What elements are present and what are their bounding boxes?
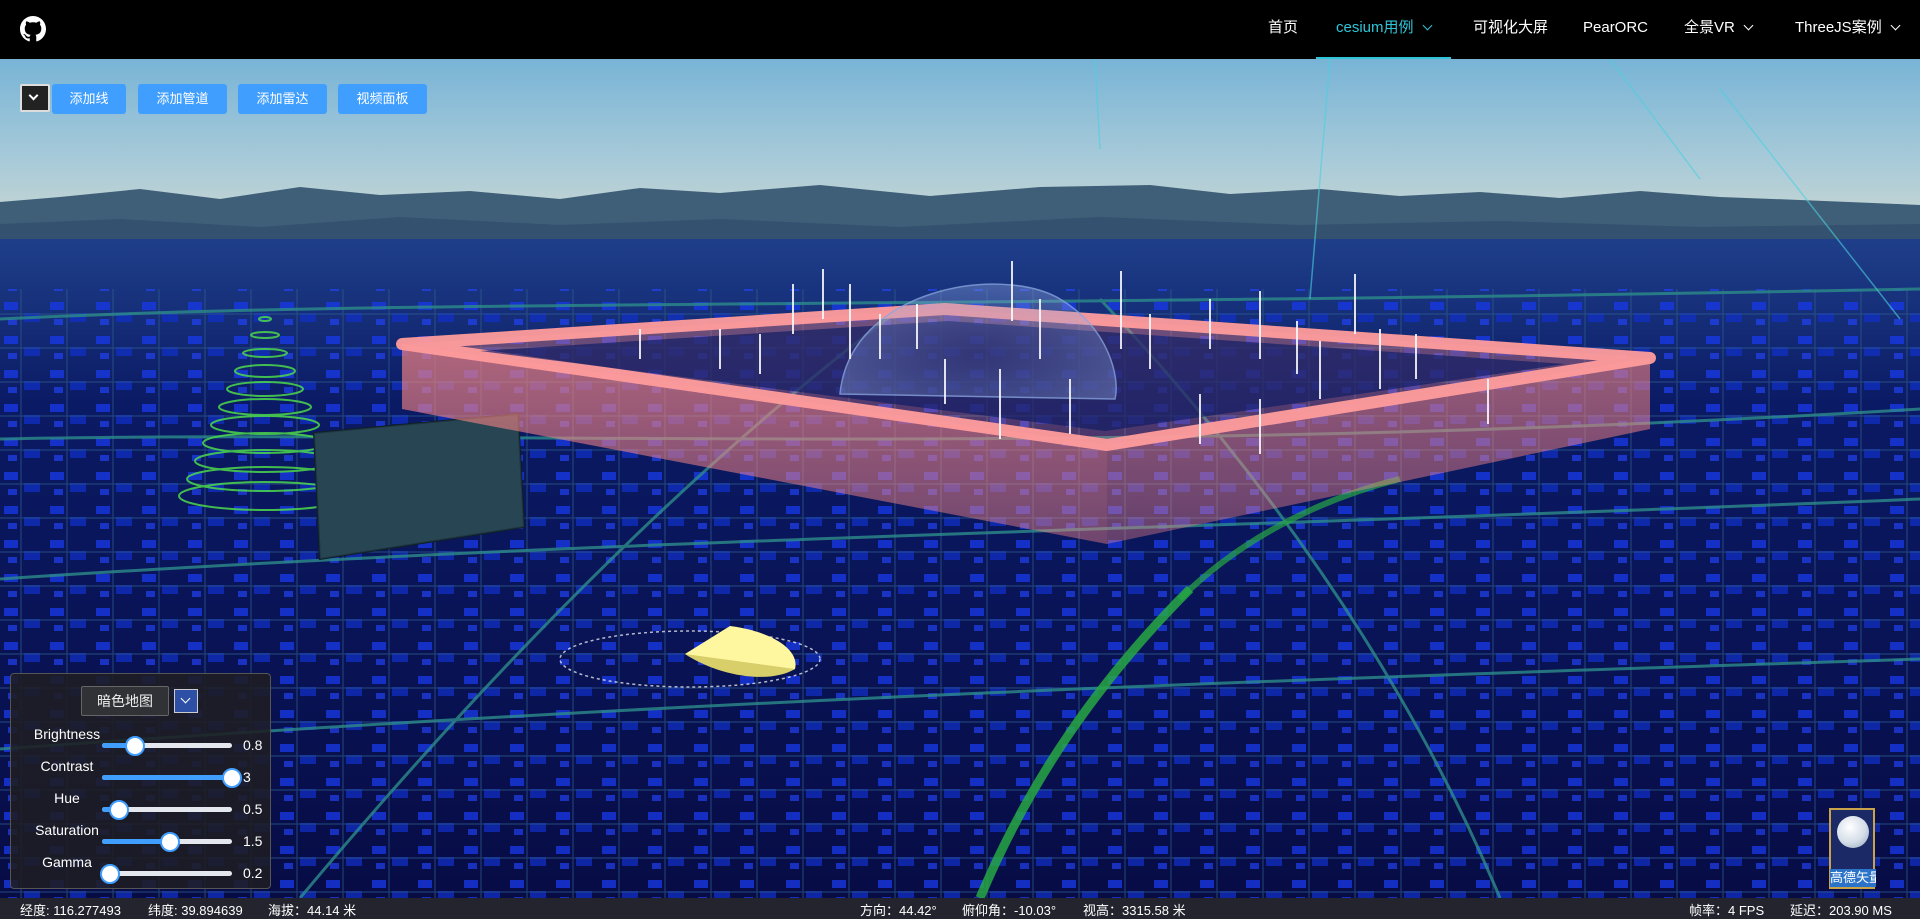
saturation-slider[interactable]	[102, 832, 232, 852]
nav-item-panorama-vr[interactable]: 全景VR	[1684, 0, 1754, 59]
basemap-picker[interactable]: 高德矢量	[1829, 808, 1876, 889]
chevron-down-icon	[1743, 20, 1754, 31]
slider-value: 0.5	[243, 801, 263, 817]
basemap-select[interactable]: 暗色地图	[81, 686, 169, 716]
slider-fill	[102, 775, 232, 780]
hue-slider[interactable]	[102, 800, 232, 820]
slider-label: Saturation	[35, 822, 99, 838]
slider-thumb[interactable]	[222, 768, 242, 788]
slider-thumb[interactable]	[159, 832, 180, 852]
nav-item-home[interactable]: 首页	[1268, 0, 1298, 59]
contrast-slider[interactable]	[102, 768, 242, 788]
cesium-3d-viewport[interactable]	[0, 59, 1920, 898]
nav-item-cesium[interactable]: cesium用例	[1316, 0, 1450, 59]
slider-label: Brightness	[33, 726, 101, 742]
gamma-slider-row: Gamma 0.2	[11, 854, 272, 890]
chevron-down-icon	[1422, 20, 1432, 31]
slider-thumb[interactable]	[99, 864, 120, 884]
nav-item-dashboard[interactable]: 可视化大屏	[1473, 0, 1548, 59]
add-radar-button[interactable]: 添加雷达	[238, 84, 327, 114]
add-pipe-button[interactable]: 添加管道	[138, 84, 227, 114]
pitch-readout: 俯仰角：-10.03°	[962, 903, 1057, 918]
slider-thumb[interactable]	[124, 736, 145, 756]
globe-icon	[1837, 816, 1869, 848]
slider-value: 1.5	[243, 833, 263, 849]
fps-readout: 帧率：4 FPS	[1689, 903, 1765, 918]
basemap-label: 高德矢量	[1830, 869, 1876, 887]
basemap-select-toggle[interactable]	[174, 689, 198, 713]
chevron-down-icon	[1890, 20, 1901, 31]
heading-readout: 方向：44.42°	[860, 903, 937, 918]
video-panel-button[interactable]: 视频面板	[338, 84, 427, 114]
add-line-button[interactable]: 添加线	[52, 84, 126, 114]
longitude-readout: 经度: 116.277493	[20, 903, 121, 918]
github-icon[interactable]	[20, 16, 46, 42]
chevron-down-icon	[28, 90, 39, 101]
nav-item-threejs[interactable]: ThreeJS案例	[1795, 0, 1901, 59]
view-height-readout: 视高：3315.58 米	[1083, 903, 1186, 918]
nav-item-pearorc[interactable]: PearORC	[1583, 0, 1648, 59]
toolbar-toggle[interactable]	[20, 84, 50, 112]
slider-label: Contrast	[40, 758, 94, 774]
app-root: 首页 cesium用例 可视化大屏 PearORC 全景VR ThreeJS案例	[0, 0, 1920, 919]
status-bar: 经度: 116.277493 纬度: 39.894639 海拔：44.14 米 …	[0, 898, 1920, 919]
latitude-readout: 纬度: 39.894639	[148, 903, 243, 918]
map-scene	[0, 59, 1920, 898]
altitude-readout: 海拔：44.14 米	[268, 903, 357, 918]
layer-adjust-panel: 暗色地图 Brightness 0.8 Contrast 3 Hue 0.5 S…	[10, 673, 271, 889]
slider-label: Hue	[54, 790, 80, 806]
slider-value: 0.2	[243, 865, 263, 881]
chevron-down-icon	[180, 693, 191, 704]
gamma-slider[interactable]	[99, 864, 232, 884]
latency-readout: 延迟：203.90 MS	[1790, 903, 1892, 918]
slider-value: 3	[243, 769, 251, 785]
slider-thumb[interactable]	[108, 800, 129, 820]
brightness-slider[interactable]	[102, 736, 232, 756]
top-navbar: 首页 cesium用例 可视化大屏 PearORC 全景VR ThreeJS案例	[0, 0, 1920, 59]
slider-value: 0.8	[243, 737, 263, 753]
